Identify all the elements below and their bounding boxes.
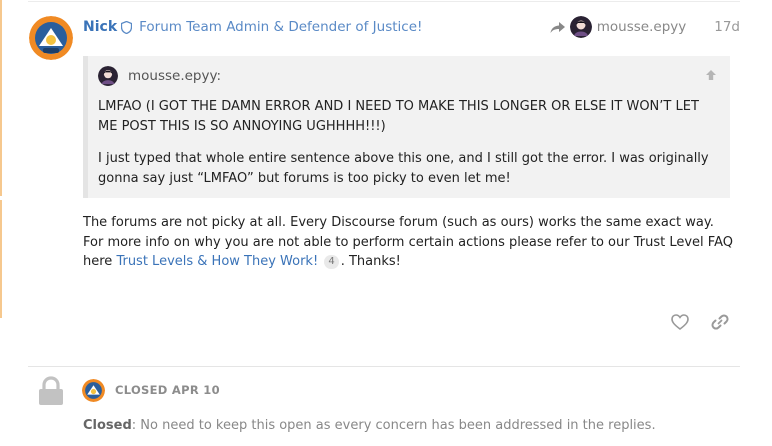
post-body-text: . Thanks! (340, 254, 401, 269)
post-date[interactable]: 17d (714, 19, 740, 35)
reply-to-username: mousse.epyy (596, 19, 687, 35)
closed-event-label: CLOSED APR 10 (115, 383, 220, 397)
closed-note-text: : No need to keep this open as every con… (131, 418, 656, 433)
timeline-rule (0, 0, 2, 196)
timeline-rule (0, 200, 2, 318)
avatar (98, 66, 118, 86)
post-divider (28, 366, 740, 367)
quote-author: mousse.epyy: (128, 68, 222, 84)
quote-header: mousse.epyy: (98, 66, 221, 86)
header-meta: mousse.epyy 17d (550, 16, 740, 38)
post-header: Nick Forum Team Admin & Defender of Just… (83, 16, 740, 38)
share-arrow-icon (550, 21, 566, 34)
shield-icon (121, 20, 133, 34)
link-click-count: 4 (324, 255, 339, 269)
post-divider (28, 1, 740, 2)
avatar (569, 16, 592, 38)
avatar[interactable] (82, 379, 105, 402)
trust-levels-link[interactable]: Trust Levels & How They Work! (116, 254, 318, 269)
heart-icon[interactable] (670, 312, 690, 332)
quote-block: mousse.epyy: LMFAO (I GOT THE DAMN ERROR… (83, 56, 730, 198)
closed-note-label: Closed (83, 418, 132, 433)
avatar[interactable] (29, 16, 73, 60)
post-body: The forums are not picky at all. Every D… (83, 213, 733, 272)
link-icon[interactable] (710, 312, 730, 332)
closed-note: Closed: No need to keep this open as eve… (83, 418, 656, 433)
lock-icon (38, 376, 64, 406)
arrow-up-icon[interactable] (704, 68, 718, 82)
username-link[interactable]: Nick (83, 19, 117, 35)
reply-to-tab[interactable]: mousse.epyy (550, 16, 686, 38)
quote-text: I just typed that whole entire sentence … (98, 151, 709, 186)
quote-text: LMFAO (I GOT THE DAMN ERROR AND I NEED T… (98, 99, 699, 134)
user-title[interactable]: Forum Team Admin & Defender of Justice! (139, 19, 422, 35)
